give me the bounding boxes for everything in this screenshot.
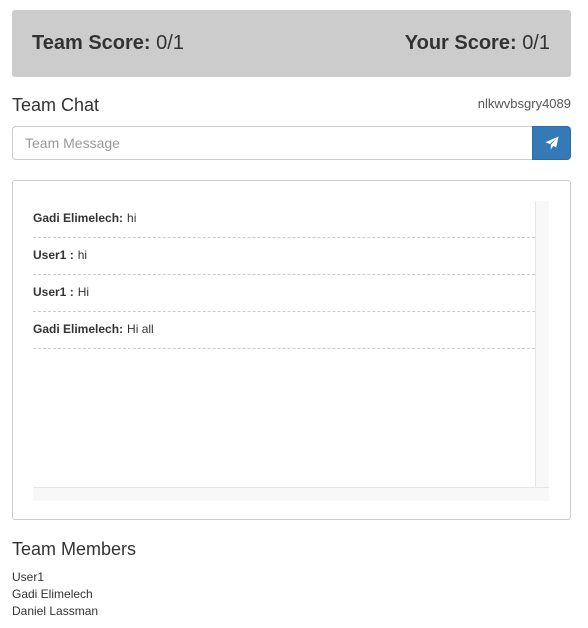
team-message-input[interactable] [12, 126, 532, 160]
message-text: Hi [77, 285, 90, 299]
team-chat-title: Team Chat [12, 95, 100, 115]
paper-plane-icon [544, 136, 559, 150]
horizontal-scrollbar[interactable] [33, 487, 549, 501]
chat-message: User1 : Hi [33, 275, 535, 312]
chat-message-list: Gadi Elimelech: hi User1 : hi User1 : Hi Gadi … [33, 201, 535, 349]
message-sender: User1 : [33, 248, 74, 262]
team-score-value: 0/1 [156, 32, 184, 54]
team-score: Team Score: 0/1 [32, 32, 184, 55]
message-text: Hi all [127, 322, 154, 336]
message-text: hi [77, 248, 88, 262]
team-members-title: Team Members [12, 539, 137, 559]
message-sender: User1 : [33, 285, 74, 299]
chat-panel: Gadi Elimelech: hi User1 : hi User1 : Hi Gadi … [12, 180, 571, 520]
chat-message: Gadi Elimelech: hi [33, 201, 535, 238]
team-member: User1 [12, 570, 45, 584]
your-score-label: Your Score: [404, 32, 517, 54]
message-text: hi [127, 211, 137, 225]
chat-message: Gadi Elimelech: Hi all [33, 312, 535, 349]
score-bar: Team Score: 0/1 Your Score: 0/1 [12, 10, 571, 77]
your-score: Your Score: 0/1 [405, 32, 550, 55]
message-sender: Gadi Elimelech: [33, 322, 124, 336]
team-member: Gadi Elimelech [12, 587, 93, 601]
team-member: Daniel Lassman [12, 604, 99, 618]
your-score-value: 0/1 [522, 32, 550, 54]
message-sender: Gadi Elimelech: [33, 211, 124, 225]
team-score-label: Team Score: [32, 32, 151, 54]
vertical-scrollbar[interactable] [535, 201, 549, 487]
chat-scroll-area[interactable]: Gadi Elimelech: hi User1 : hi User1 : Hi Gadi … [33, 201, 549, 501]
team-code: nlkwvbsgry4089 [477, 96, 571, 111]
chat-message: User1 : hi [33, 238, 535, 275]
send-button[interactable] [532, 126, 571, 160]
team-members-list: User1 Gadi Elimelech Daniel Lassman [12, 569, 98, 620]
